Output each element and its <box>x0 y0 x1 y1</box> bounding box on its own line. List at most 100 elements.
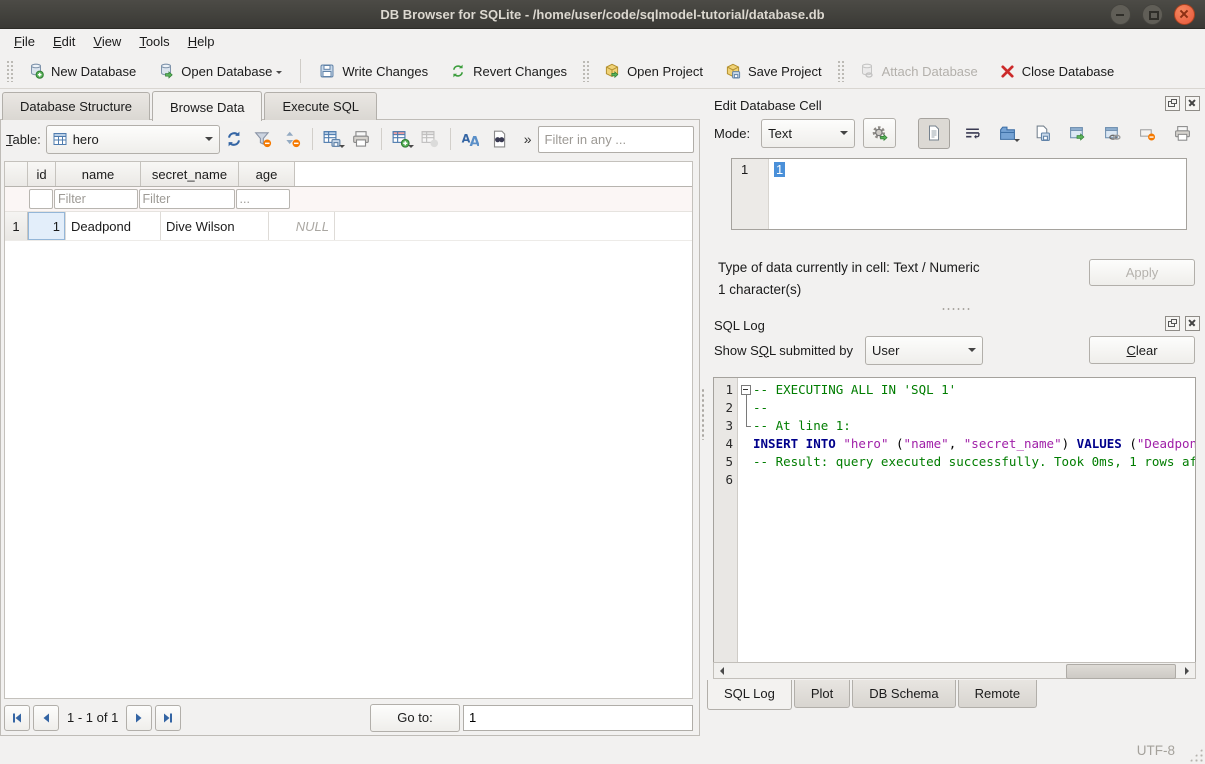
scrollbar-thumb[interactable] <box>1066 664 1176 679</box>
column-header-age[interactable]: age <box>239 162 295 186</box>
clear-sort-button[interactable] <box>279 126 306 153</box>
filter-input-age[interactable] <box>236 189 290 209</box>
sql-log-title: SQL Log <box>714 318 765 333</box>
filter-input-secret-name[interactable] <box>139 189 235 209</box>
browse-data-panel: Table: hero <box>0 119 700 736</box>
tab-browse-data[interactable]: Browse Data <box>152 91 262 121</box>
new-record-dropdown-icon[interactable] <box>408 145 414 151</box>
save-project-button[interactable]: Save Project <box>714 58 833 84</box>
pane-splitter[interactable] <box>699 88 706 737</box>
import-data-button[interactable] <box>994 120 1020 146</box>
tab-plot[interactable]: Plot <box>794 680 850 708</box>
refresh-button[interactable] <box>221 126 248 153</box>
scroll-left-icon[interactable] <box>714 664 729 677</box>
clear-sort-icon <box>283 130 301 148</box>
table-select[interactable]: hero <box>46 125 220 154</box>
last-page-button[interactable] <box>155 705 181 731</box>
new-database-button[interactable]: New Database <box>17 58 147 84</box>
open-project-label: Open Project <box>627 64 703 79</box>
close-database-button[interactable]: Close Database <box>989 59 1126 84</box>
import-dropdown-icon[interactable] <box>1014 139 1020 145</box>
print-button[interactable] <box>348 126 375 153</box>
cell-name[interactable]: Deadpond <box>66 212 161 240</box>
filter-input-name[interactable] <box>54 189 138 209</box>
open-in-external-button[interactable] <box>1064 120 1090 146</box>
edit-cell-title: Edit Database Cell <box>714 98 822 113</box>
dock-tab-bar: SQL Log Plot DB Schema Remote <box>706 680 1205 711</box>
cell-age[interactable]: NULL <box>269 212 335 240</box>
resize-grip-icon[interactable] <box>1189 748 1203 762</box>
dock-close-icon[interactable] <box>1185 96 1200 111</box>
font-button[interactable]: A A <box>457 126 484 153</box>
next-page-button[interactable] <box>126 705 152 731</box>
write-changes-button[interactable]: Write Changes <box>308 58 439 84</box>
scrollbar-track[interactable] <box>729 664 1180 677</box>
dock-float-icon[interactable] <box>1165 316 1180 331</box>
clear-filters-button[interactable] <box>250 126 277 153</box>
mode-select[interactable]: Text <box>761 119 855 148</box>
save-results-button[interactable] <box>319 126 346 153</box>
menu-tools[interactable]: Tools <box>130 31 178 52</box>
filter-input-id[interactable] <box>29 189 53 209</box>
menu-bar: File Edit View Tools Help <box>0 29 1205 54</box>
overflow-chevron-icon[interactable]: » <box>514 131 538 147</box>
find-button[interactable] <box>486 126 513 153</box>
tab-remote[interactable]: Remote <box>958 680 1038 708</box>
toolbar-drag-handle[interactable] <box>582 60 589 82</box>
scroll-right-icon[interactable] <box>1180 664 1195 677</box>
chevron-down-icon <box>840 131 848 139</box>
cell-id[interactable]: 1 <box>28 212 66 240</box>
close-icon[interactable] <box>1174 4 1195 25</box>
column-header-name[interactable]: name <box>56 162 141 186</box>
cell-secret-name[interactable]: Dive Wilson <box>161 212 269 240</box>
maximize-icon[interactable] <box>1142 4 1163 25</box>
open-database-button[interactable]: Open Database <box>147 58 293 84</box>
sql-log-editor[interactable]: 123456 -- EXECUTING ALL IN 'SQL 1'---- A… <box>713 377 1196 663</box>
print-cell-button[interactable] <box>1169 120 1195 146</box>
copy-link-button[interactable] <box>1099 120 1125 146</box>
dock-float-icon[interactable] <box>1165 96 1180 111</box>
tab-execute-sql[interactable]: Execute SQL <box>264 92 377 120</box>
menu-edit[interactable]: Edit <box>44 31 84 52</box>
auto-apply-button[interactable] <box>863 118 896 148</box>
revert-changes-button[interactable]: Revert Changes <box>439 58 578 84</box>
sql-log-hscrollbar[interactable] <box>713 662 1196 679</box>
tab-sql-log[interactable]: SQL Log <box>707 680 792 710</box>
first-page-button[interactable] <box>4 705 30 731</box>
open-database-dropdown-icon[interactable] <box>276 71 282 77</box>
grid-filter-row <box>5 187 692 212</box>
column-header-id[interactable]: id <box>28 162 56 186</box>
record-range: 1 - 1 of 1 <box>62 710 123 725</box>
set-null-button[interactable] <box>1134 120 1160 146</box>
chevron-down-icon <box>968 348 976 356</box>
menu-help[interactable]: Help <box>179 31 224 52</box>
new-record-button[interactable] <box>388 126 415 153</box>
goto-button[interactable]: Go to: <box>370 704 460 732</box>
filter-any-input[interactable] <box>538 126 695 153</box>
minimize-icon[interactable] <box>1110 4 1131 25</box>
export-data-button[interactable] <box>1029 120 1055 146</box>
clear-log-button[interactable]: Clear <box>1089 336 1195 364</box>
menu-file[interactable]: File <box>5 31 44 52</box>
sql-source-value: User <box>872 343 899 358</box>
dock-close-icon[interactable] <box>1185 316 1200 331</box>
tab-database-structure[interactable]: Database Structure <box>2 92 150 120</box>
toolbar-separator <box>300 59 301 83</box>
encoding-indicator[interactable]: UTF-8 <box>1137 743 1175 758</box>
goto-input[interactable] <box>463 705 693 731</box>
menu-view[interactable]: View <box>84 31 130 52</box>
row-header[interactable]: 1 <box>5 212 28 240</box>
prev-page-button[interactable] <box>33 705 59 731</box>
cell-type-info: Type of data currently in cell: Text / N… <box>718 260 980 275</box>
text-mode-button[interactable] <box>918 118 950 149</box>
word-wrap-button[interactable] <box>959 120 985 146</box>
toolbar-drag-handle[interactable] <box>837 60 844 82</box>
cell-editor[interactable]: 1 1 <box>731 158 1187 230</box>
save-results-dropdown-icon[interactable] <box>339 145 345 151</box>
column-header-secret-name[interactable]: secret_name <box>141 162 239 186</box>
cell-editor-content[interactable]: 1 <box>769 159 785 229</box>
sql-source-select[interactable]: User <box>865 336 983 365</box>
open-project-button[interactable]: Open Project <box>593 58 714 84</box>
toolbar-drag-handle[interactable] <box>6 60 13 82</box>
tab-db-schema[interactable]: DB Schema <box>852 680 955 708</box>
